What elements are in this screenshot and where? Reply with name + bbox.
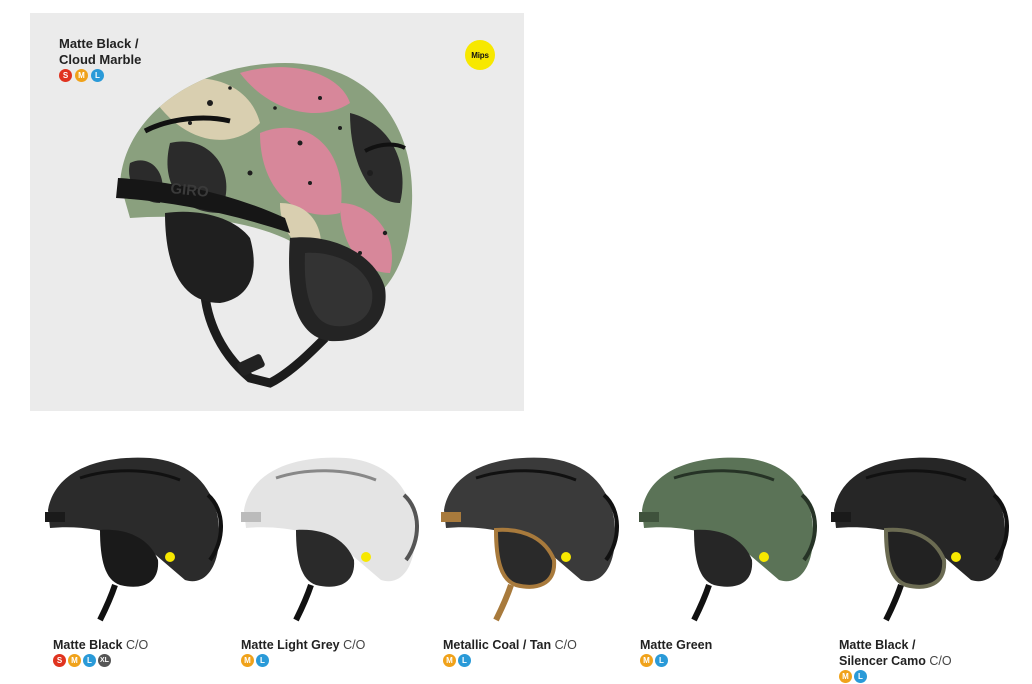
variant-suffix: C/O	[554, 638, 577, 652]
variant-sizes-4: M L	[640, 654, 668, 667]
variant-thumb-matte-black-silencer-camo[interactable]	[826, 450, 1016, 635]
size-dot-l[interactable]: L	[854, 670, 867, 683]
variant-caption-5: Matte Black / Silencer Camo C/O	[839, 637, 952, 669]
size-dot-m[interactable]: M	[640, 654, 653, 667]
variant-caption-4: Matte Green	[640, 637, 712, 653]
hero-name-line1: Matte Black /	[59, 36, 139, 51]
size-dot-m[interactable]: M	[443, 654, 456, 667]
variant-name: Matte Light Grey	[241, 638, 340, 652]
variant-helmet-image	[441, 457, 619, 622]
size-dot-l[interactable]: L	[458, 654, 471, 667]
size-dot-l[interactable]: L	[83, 654, 96, 667]
size-dot-l[interactable]: L	[91, 69, 104, 82]
variant-sizes-5: M L	[839, 670, 867, 683]
variant-suffix: C/O	[125, 638, 149, 652]
variant-caption-3: Metallic Coal / Tan C/O	[443, 637, 577, 653]
variant-sizes-3: M L	[443, 654, 471, 667]
variant-helmet-image	[639, 457, 817, 622]
size-dot-m[interactable]: M	[68, 654, 81, 667]
size-dot-m[interactable]: M	[241, 654, 254, 667]
variant-helmet-image	[241, 457, 419, 622]
size-dot-m[interactable]: M	[75, 69, 88, 82]
variant-helmet-image	[831, 457, 1009, 622]
variant-name: Silencer Camo	[839, 654, 926, 668]
variant-sizes-1: S M L XL	[53, 654, 111, 667]
variant-caption-1: Matte Black C/O	[53, 637, 148, 653]
variant-name: Matte Black	[53, 638, 123, 652]
hero-size-dots: S M L	[59, 69, 104, 82]
variant-thumb-metallic-coal-tan[interactable]	[436, 450, 626, 635]
variant-name: Metallic Coal / Tan	[443, 638, 552, 652]
variant-sizes-2: M L	[241, 654, 269, 667]
variant-name-line1: Matte Black /	[839, 638, 916, 652]
size-dot-l[interactable]: L	[256, 654, 269, 667]
size-dot-xl[interactable]: XL	[98, 654, 111, 667]
variant-thumb-matte-green[interactable]	[634, 450, 824, 635]
size-dot-l[interactable]: L	[655, 654, 668, 667]
variant-suffix: C/O	[343, 638, 366, 652]
hero-helmet-illustration: GIRO	[116, 63, 413, 388]
variant-caption-2: Matte Light Grey C/O	[241, 637, 365, 653]
mips-badge: Mips	[465, 40, 495, 70]
size-dot-s[interactable]: S	[53, 654, 66, 667]
size-dot-m[interactable]: M	[839, 670, 852, 683]
variant-thumb-matte-light-grey[interactable]	[236, 450, 426, 635]
variant-suffix: C/O	[929, 654, 952, 668]
size-dot-s[interactable]: S	[59, 69, 72, 82]
variant-thumb-matte-black[interactable]	[40, 450, 230, 635]
variant-helmet-image	[45, 457, 223, 622]
hero-product-image[interactable]: Matte Black / Cloud Marble S M L Mips GI…	[30, 13, 524, 411]
variant-name: Matte Green	[640, 638, 713, 652]
